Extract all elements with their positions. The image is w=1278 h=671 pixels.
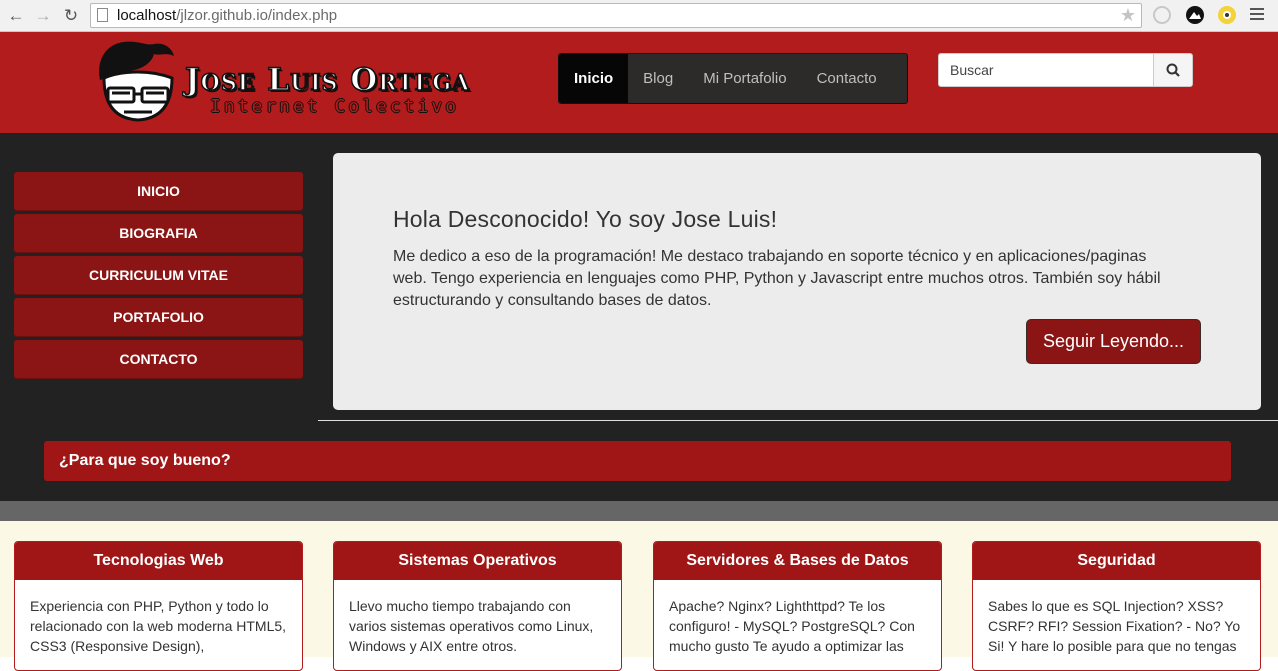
address-bar[interactable]: localhost/jlzor.github.io/index.php ★ bbox=[90, 3, 1142, 28]
reload-icon[interactable]: ↻ bbox=[60, 5, 82, 27]
card-web-tech: Tecnologias Web Experiencia con PHP, Pyt… bbox=[14, 541, 303, 671]
nav-item-contacto[interactable]: Contacto bbox=[802, 54, 892, 103]
sidebar-item-curriculum[interactable]: CURRICULUM VITAE bbox=[14, 256, 303, 295]
logo-subtitle: Internet Colectivo bbox=[210, 96, 460, 117]
forward-arrow-icon[interactable]: → bbox=[32, 5, 54, 27]
url-path: /jlzor.github.io/index.php bbox=[176, 7, 338, 24]
logo-name[interactable]: Jose Luis Ortega bbox=[184, 61, 470, 99]
sidebar-item-portafolio[interactable]: PORTAFOLIO bbox=[14, 298, 303, 337]
card-servers-databases: Servidores & Bases de Datos Apache? Ngin… bbox=[653, 541, 942, 671]
read-more-button[interactable]: Seguir Leyendo... bbox=[1026, 319, 1201, 364]
browser-menu-icon[interactable] bbox=[1250, 8, 1264, 22]
extension-circle-icon[interactable] bbox=[1153, 6, 1171, 24]
search-icon bbox=[1166, 63, 1180, 77]
back-arrow-icon[interactable]: ← bbox=[5, 5, 27, 27]
page-icon bbox=[97, 8, 108, 22]
nav-item-inicio[interactable]: Inicio bbox=[559, 54, 629, 103]
sidebar-menu: INICIO BIOGRAFIA CURRICULUM VITAE PORTAF… bbox=[14, 172, 303, 382]
card-text: Llevo mucho tiempo trabajando con varios… bbox=[349, 598, 594, 654]
skills-banner: ¿Para que soy bueno? bbox=[44, 441, 1231, 481]
separator-band bbox=[0, 501, 1278, 521]
sidebar-item-contacto[interactable]: CONTACTO bbox=[14, 340, 303, 379]
sidebar-item-inicio[interactable]: INICIO bbox=[14, 172, 303, 211]
nav-item-portafolio[interactable]: Mi Portafolio bbox=[688, 54, 801, 103]
divider bbox=[318, 420, 1278, 421]
hero-panel: Hola Desconocido! Yo soy Jose Luis! Me d… bbox=[333, 153, 1261, 410]
logo-face-icon[interactable] bbox=[94, 40, 182, 122]
sidebar-item-biografia[interactable]: BIOGRAFIA bbox=[14, 214, 303, 253]
bookmark-star-icon[interactable]: ★ bbox=[1120, 5, 1136, 26]
browser-toolbar: ← → ↻ localhost/jlzor.github.io/index.ph… bbox=[0, 0, 1278, 32]
card-title: Seguridad bbox=[973, 542, 1260, 580]
url-host: localhost bbox=[117, 7, 177, 24]
card-operating-systems: Sistemas Operativos Llevo mucho tiempo t… bbox=[333, 541, 622, 671]
nav-item-blog[interactable]: Blog bbox=[628, 54, 688, 103]
search-button[interactable] bbox=[1153, 53, 1193, 87]
card-text: Experiencia con PHP, Python y todo lo re… bbox=[30, 598, 287, 654]
card-title: Servidores & Bases de Datos bbox=[654, 542, 941, 580]
extension-badge-icon[interactable] bbox=[1218, 6, 1236, 24]
search-input[interactable] bbox=[938, 53, 1154, 87]
card-title: Sistemas Operativos bbox=[334, 542, 621, 580]
card-security: Seguridad Sabes lo que es SQL Injection?… bbox=[972, 541, 1261, 671]
card-text: Apache? Nginx? Lighthttpd? Te los config… bbox=[669, 598, 915, 654]
extension-mountain-icon[interactable] bbox=[1186, 6, 1204, 24]
url-text[interactable]: localhost/jlzor.github.io/index.php bbox=[117, 7, 337, 24]
search-form bbox=[938, 53, 1193, 87]
hero-text: Me dedico a eso de la programación! Me d… bbox=[393, 248, 1161, 309]
card-title: Tecnologias Web bbox=[15, 542, 302, 580]
top-navigation: Inicio Blog Mi Portafolio Contacto bbox=[558, 53, 908, 104]
hero-title: Hola Desconocido! Yo soy Jose Luis! bbox=[393, 206, 778, 232]
card-text: Sabes lo que es SQL Injection? XSS? CSRF… bbox=[988, 598, 1241, 654]
